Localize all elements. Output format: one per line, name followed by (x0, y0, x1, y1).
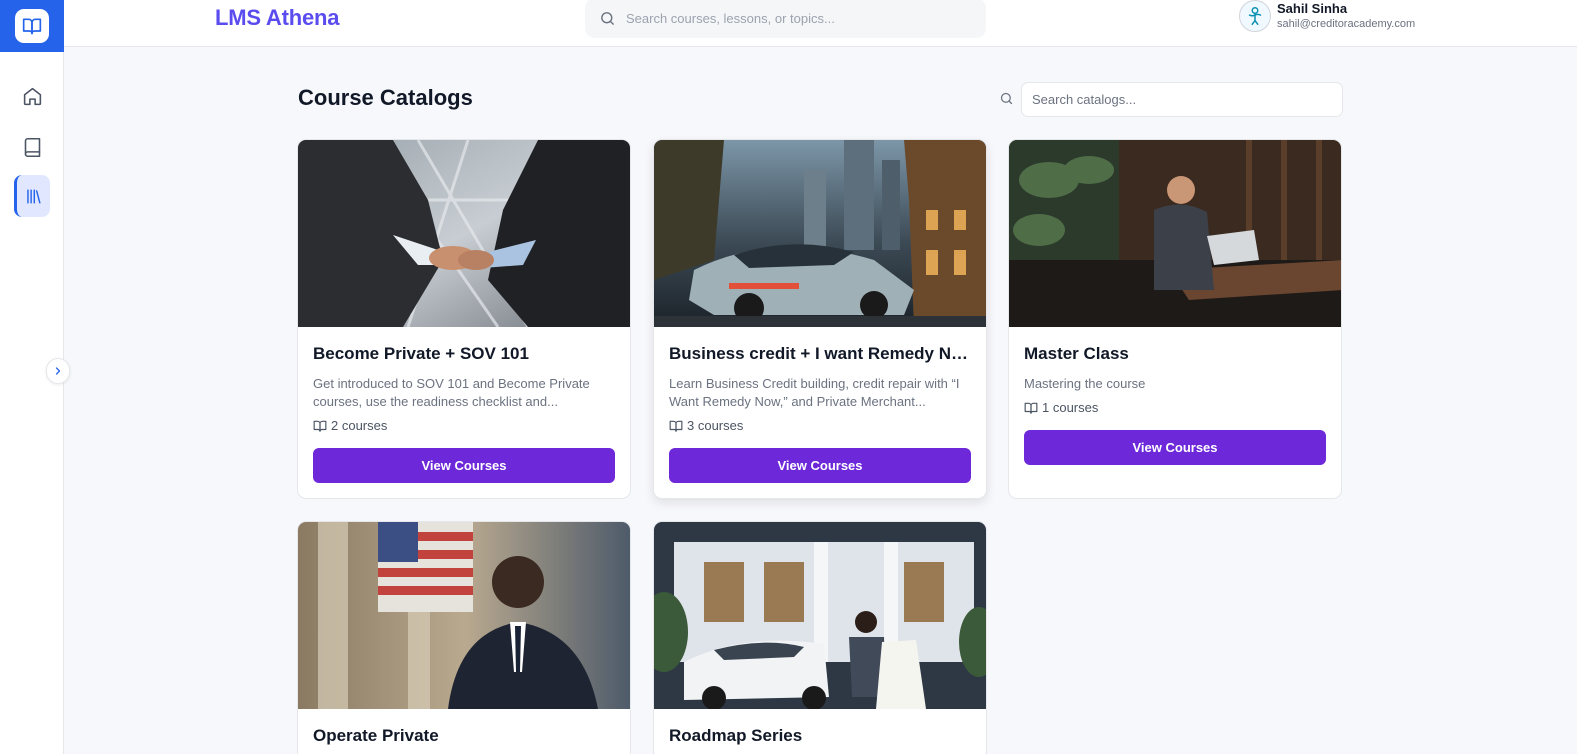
catalog-image-handshake[interactable] (298, 140, 630, 327)
search-icon (1000, 92, 1013, 105)
app-brand[interactable]: LMS Athena (215, 5, 339, 31)
app-logo[interactable] (0, 0, 64, 52)
sidebar-item-home[interactable] (14, 75, 50, 117)
view-courses-button[interactable]: View Courses (313, 448, 615, 483)
search-icon (601, 11, 614, 25)
global-search-input[interactable] (626, 10, 966, 26)
catalog-card: Master Class Mastering the course 1 cour… (1008, 139, 1342, 499)
open-book-logo-icon (15, 9, 49, 43)
global-search[interactable] (585, 0, 986, 38)
book-open-icon (669, 420, 683, 432)
catalog-image-man-laptop[interactable] (1009, 140, 1341, 327)
sidebar (0, 0, 70, 754)
catalog-search-input[interactable] (1021, 82, 1343, 117)
course-count-label: 2 courses (331, 418, 388, 433)
home-icon (23, 87, 41, 105)
view-courses-button[interactable]: View Courses (1024, 430, 1326, 465)
catalog-title[interactable]: Master Class (1024, 344, 1326, 364)
library-icon (27, 188, 41, 204)
catalog-title[interactable]: Become Private + SOV 101 (313, 344, 615, 364)
catalog-title[interactable]: Operate Private (313, 726, 615, 746)
catalog-course-count: 3 courses (669, 418, 971, 433)
chevron-right-icon (55, 367, 61, 375)
course-count-label: 1 courses (1042, 400, 1099, 415)
catalog-image-sports-car[interactable] (654, 140, 986, 327)
user-email: sahil@creditoracademy.com (1277, 18, 1416, 30)
catalog-description: Get introduced to SOV 101 and Become Pri… (313, 376, 590, 409)
book-open-icon (313, 420, 327, 432)
sidebar-item-catalogs[interactable] (14, 175, 50, 217)
catalog-card: Roadmap Series (653, 521, 987, 754)
catalog-course-count: 2 courses (313, 418, 615, 433)
book-icon (24, 137, 40, 157)
book-open-icon (1024, 402, 1038, 414)
user-menu[interactable]: Sahil Sinha sahil@creditoracademy.com (1239, 0, 1415, 32)
top-header: LMS Athena Sahil Sinha sahil@creditoraca… (64, 0, 1577, 47)
sidebar-item-courses[interactable] (14, 126, 50, 168)
catalog-card: Business credit + I want Remedy No... Le… (653, 139, 987, 499)
avatar-figure-icon (1248, 7, 1262, 25)
catalog-image-man-flag[interactable] (298, 522, 630, 709)
main-content: Course Catalogs Search catalogs... Becom… (64, 47, 1577, 754)
catalog-card: Become Private + SOV 101 Get introduced … (297, 139, 631, 499)
avatar[interactable] (1239, 0, 1271, 32)
catalog-card: Operate Private (297, 521, 631, 754)
user-info: Sahil Sinha sahil@creditoracademy.com (1277, 1, 1415, 31)
view-courses-button[interactable]: View Courses (669, 448, 971, 483)
catalog-description: Learn Business Credit building, credit r… (669, 376, 960, 409)
catalog-course-count: 1 courses (1024, 400, 1326, 415)
course-count-label: 3 courses (687, 418, 744, 433)
catalog-title[interactable]: Business credit + I want Remedy No... (669, 344, 971, 364)
catalog-title[interactable]: Roadmap Series (669, 726, 971, 746)
user-name: Sahil Sinha (1277, 1, 1348, 16)
catalog-description: Mastering the course (1024, 376, 1146, 391)
catalog-image-couple-car[interactable] (654, 522, 986, 709)
page-title: Course Catalogs (298, 85, 473, 110)
